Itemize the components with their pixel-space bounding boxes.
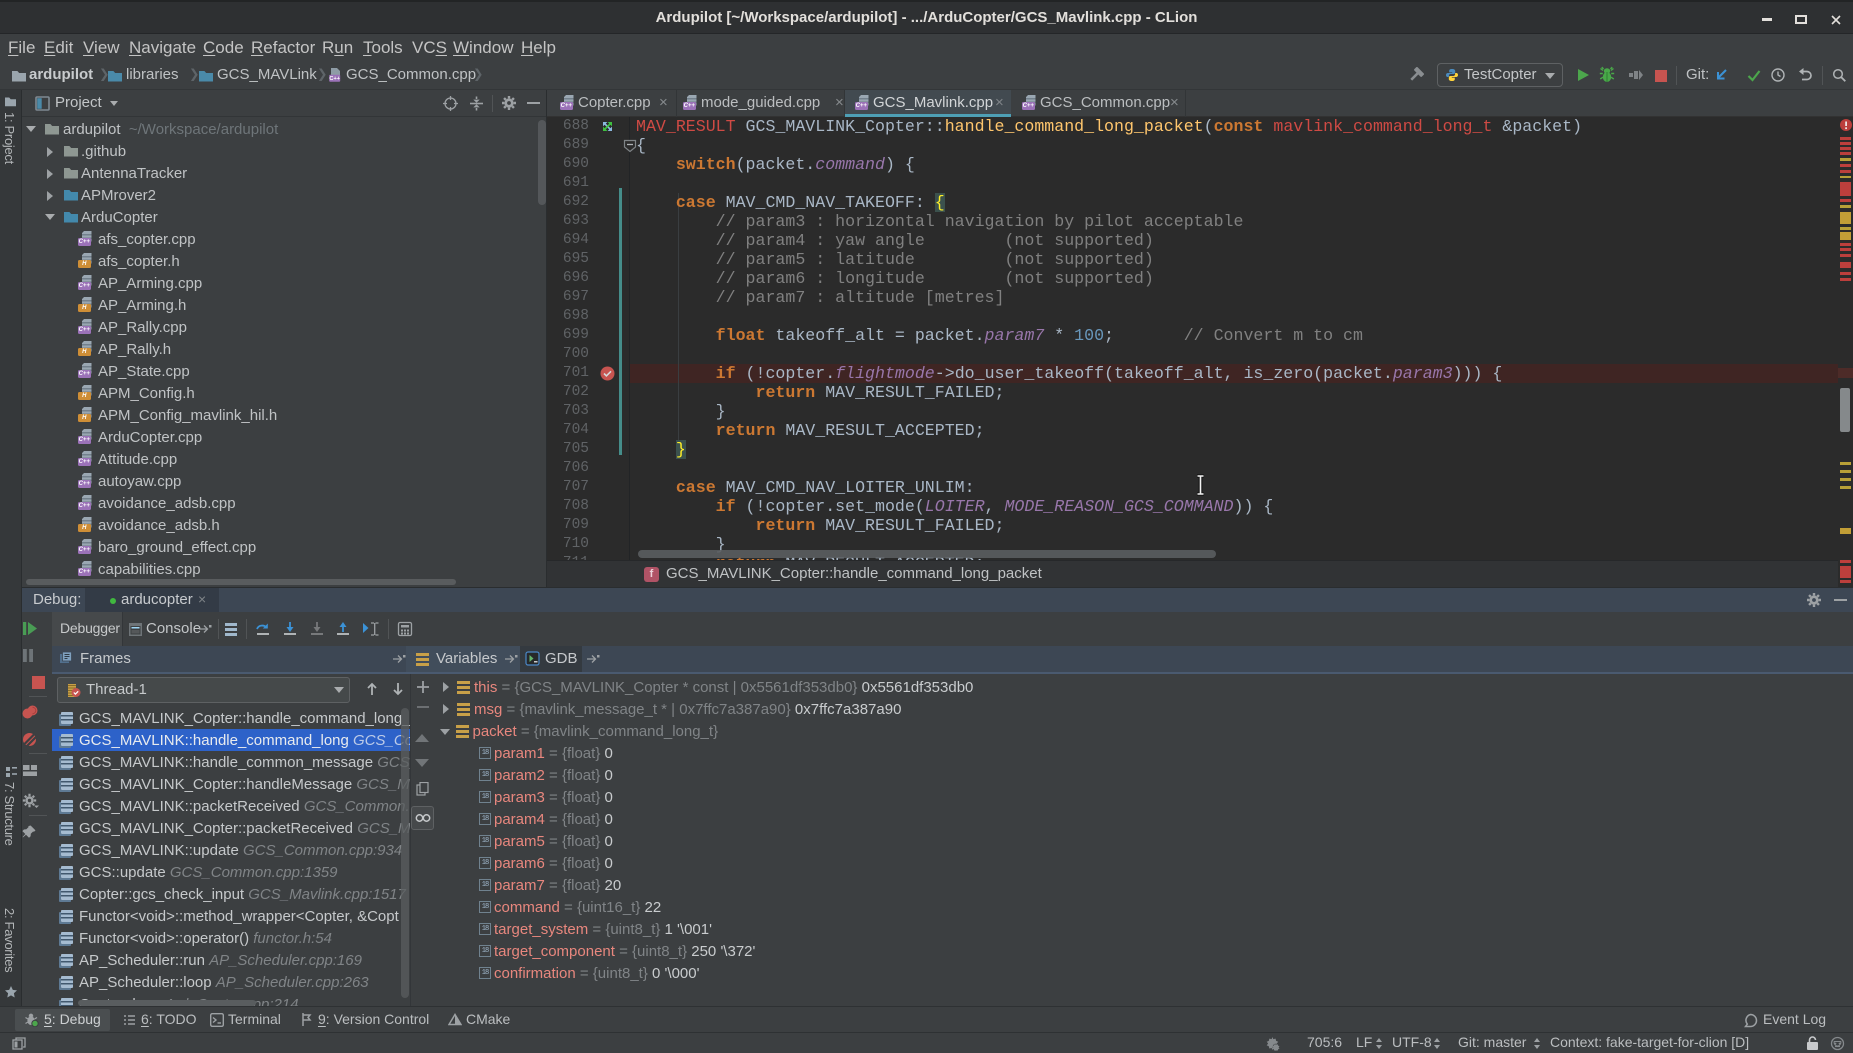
svg-text:C++: C++ (329, 76, 340, 82)
